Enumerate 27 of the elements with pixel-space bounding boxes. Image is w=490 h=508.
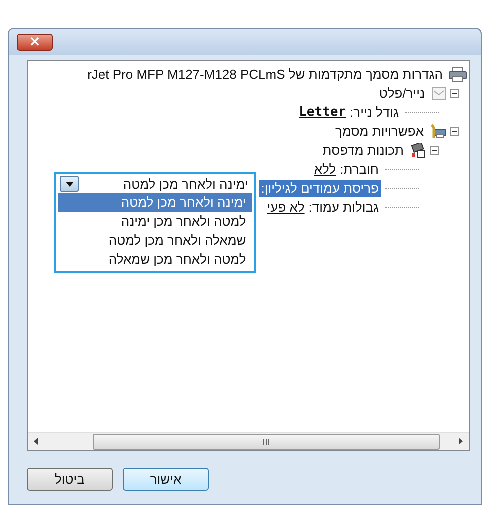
setting-value-link[interactable]: Letter [299, 105, 346, 120]
setting-label[interactable]: חוברת: [338, 161, 381, 178]
dropdown-option[interactable]: ימינה ולאחר מכן למטה [58, 193, 252, 212]
printer-gear-icon [410, 142, 427, 158]
collapse-icon[interactable] [430, 146, 439, 155]
ok-button[interactable]: אישור [123, 468, 209, 491]
tree-item[interactable]: הגדרות מסמך מתקדמות של rJet Pro MFP M127-M128 PCLmS [86, 66, 445, 83]
printer-icon [449, 67, 467, 82]
collapse-icon[interactable] [450, 127, 459, 136]
collapse-icon[interactable] [450, 89, 459, 98]
setting-value-link[interactable]: ללא [314, 162, 336, 177]
dropdown-option[interactable]: למטה ולאחר מכן ימינה [58, 212, 252, 231]
setting-value-link[interactable]: לא פעי [267, 200, 305, 215]
tree-item[interactable]: תכונות מדפסת [320, 142, 406, 159]
cancel-button[interactable]: ביטול [27, 468, 113, 491]
scrollbar-thumb[interactable] [93, 434, 440, 450]
wrench-printer-icon [430, 124, 447, 139]
dropdown-option[interactable]: שמאלה ולאחר מכן למטה [58, 231, 252, 250]
setting-label[interactable]: גבולות עמוד: [306, 199, 381, 216]
horizontal-scrollbar[interactable] [28, 432, 469, 450]
tree-item[interactable]: אפשרויות מסמך [334, 123, 426, 140]
tree-item[interactable]: נייר/פלט [377, 85, 427, 102]
setting-label[interactable]: פריסת עמודים לגיליון: [259, 180, 381, 197]
dropdown-field[interactable]: ימינה ולאחר מכן למטה [56, 175, 254, 193]
dropdown-option[interactable]: למטה ולאחר מכן שמאלה [58, 250, 252, 269]
envelope-icon [431, 86, 447, 101]
setting-label[interactable]: גודל נייר: [348, 104, 401, 121]
